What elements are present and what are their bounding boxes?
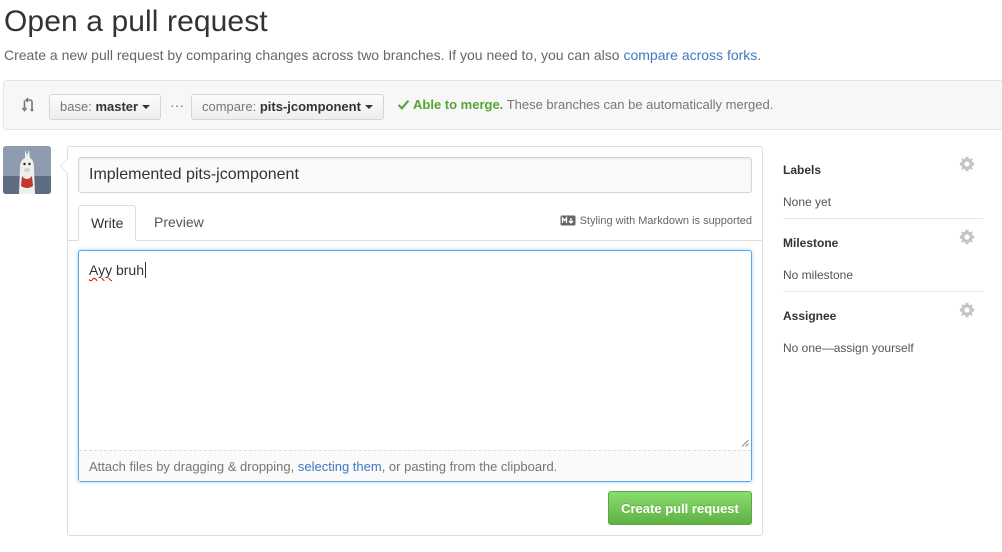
page-subtitle-text: Create a new pull request by comparing c… xyxy=(4,47,620,63)
pr-title-input[interactable] xyxy=(78,157,752,193)
range-dots: ··· xyxy=(170,97,184,113)
page-title: Open a pull request xyxy=(4,5,268,38)
pr-body-text: Ayy bruh xyxy=(89,262,147,278)
assignee-heading: Assignee xyxy=(783,309,837,323)
compare-branch-value: pits-jcomponent xyxy=(259,99,361,114)
drag-text: Attach files by dragging & dropping, xyxy=(89,459,295,474)
merge-ok-label: Able to merge. xyxy=(413,97,504,112)
page-subtitle-end: . xyxy=(757,47,762,63)
gear-icon[interactable] xyxy=(959,156,975,172)
file-attach-area[interactable]: Attach files by dragging & dropping, sel… xyxy=(79,450,751,481)
markdown-icon xyxy=(560,215,576,226)
page-subtitle: Create a new pull request by comparing c… xyxy=(4,47,761,63)
pr-body-word: bruh xyxy=(112,262,145,278)
chevron-down-icon xyxy=(142,104,151,109)
compare-branch-select[interactable]: compare: pits-jcomponent xyxy=(191,94,384,120)
select-files-link[interactable]: selecting them xyxy=(298,459,382,474)
tab-preview[interactable]: Preview xyxy=(142,205,216,241)
sidebar-labels: Labels None yet xyxy=(783,156,983,209)
milestone-heading: Milestone xyxy=(783,236,839,250)
misspelled-word: Ayy xyxy=(89,262,113,278)
milestone-value: No milestone xyxy=(783,268,854,282)
sidebar-divider xyxy=(783,218,983,219)
llama-avatar-image xyxy=(3,146,51,194)
pr-body-textarea[interactable]: Ayy bruh Attach files by dragging & drop… xyxy=(78,250,752,482)
create-pull-request-button[interactable]: Create pull request xyxy=(608,491,752,525)
chevron-down-icon xyxy=(364,104,373,109)
markdown-hint-text: Styling with Markdown is supported xyxy=(579,215,752,227)
avatar[interactable] xyxy=(3,146,51,194)
sidebar-divider xyxy=(783,291,983,292)
gear-icon[interactable] xyxy=(959,229,975,245)
merge-status-text: These branches can be automatically merg… xyxy=(506,97,774,112)
labels-value: None yet xyxy=(783,195,832,209)
assignee-value[interactable]: No one—assign yourself xyxy=(783,341,983,355)
markdown-hint[interactable]: Styling with Markdown is supported xyxy=(560,215,752,227)
base-branch-value: master xyxy=(95,99,139,114)
labels-heading: Labels xyxy=(783,163,822,177)
compare-across-forks-link[interactable]: compare across forks xyxy=(623,47,757,63)
sidebar-milestone: Milestone No milestone xyxy=(783,229,983,282)
text-cursor xyxy=(145,262,147,278)
range-editor: base: master ··· compare: pits-jcomponen… xyxy=(3,80,1002,130)
tab-write[interactable]: Write xyxy=(78,205,137,241)
check-icon xyxy=(397,100,410,110)
new-pr-form: Write Preview Styling with Markdown is s… xyxy=(60,146,763,536)
gear-icon[interactable] xyxy=(959,302,975,318)
git-compare-icon xyxy=(21,97,34,112)
merge-status: Able to merge. These branches can be aut… xyxy=(397,97,773,112)
base-prefix: base: xyxy=(60,99,92,114)
base-branch-select[interactable]: base: master xyxy=(49,94,162,120)
sidebar-assignee: Assignee No one—assign yourself xyxy=(783,302,983,355)
compare-prefix: compare: xyxy=(202,99,257,114)
drag-text-end: , or pasting from the clipboard. xyxy=(381,459,558,474)
resize-handle-icon[interactable] xyxy=(741,439,749,447)
